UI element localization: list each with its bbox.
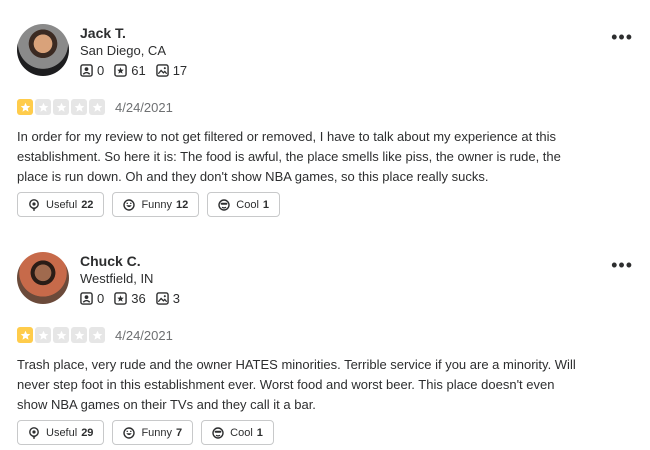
friends-stat: 0 bbox=[80, 63, 104, 78]
laugh-face-icon bbox=[123, 426, 136, 439]
photos-count: 17 bbox=[172, 63, 188, 78]
star-icon bbox=[35, 327, 51, 343]
user-avatar[interactable] bbox=[17, 252, 69, 304]
funny-count: 7 bbox=[176, 426, 183, 439]
funny-label: Funny bbox=[141, 426, 173, 439]
reviews-stat: 36 bbox=[114, 291, 146, 306]
star-icon bbox=[53, 99, 69, 115]
star-rating: 4/24/2021 bbox=[17, 99, 173, 115]
review-star-icon bbox=[114, 292, 128, 305]
cool-label: Cool bbox=[236, 198, 259, 211]
user-stats: 0 36 3 bbox=[80, 291, 190, 306]
useful-button[interactable]: Useful 29 bbox=[17, 420, 105, 445]
cool-button[interactable]: Cool 1 bbox=[201, 420, 274, 445]
star-icon bbox=[35, 99, 51, 115]
useful-label: Useful bbox=[46, 198, 78, 211]
lightbulb-icon bbox=[29, 198, 39, 211]
user-name[interactable]: Chuck C. bbox=[80, 253, 141, 269]
photo-icon bbox=[155, 292, 169, 305]
star-icon bbox=[17, 99, 33, 115]
reviews-stat: 61 bbox=[114, 63, 146, 78]
review-text: In order for my review to not get filter… bbox=[17, 129, 561, 184]
cool-label: Cool bbox=[230, 426, 253, 439]
useful-count: 29 bbox=[81, 426, 94, 439]
useful-label: Useful bbox=[46, 426, 78, 439]
reaction-buttons: Useful 29 Funny 7 Cool 1 bbox=[17, 420, 282, 445]
review-date: 4/24/2021 bbox=[115, 99, 173, 115]
friends-stat: 0 bbox=[80, 291, 104, 306]
review-date: 4/24/2021 bbox=[115, 327, 173, 343]
photo-icon bbox=[155, 64, 169, 77]
user-avatar[interactable] bbox=[17, 24, 69, 76]
star-icon bbox=[71, 99, 87, 115]
review-text: Trash place, very rude and the owner HAT… bbox=[17, 357, 576, 412]
star-icon bbox=[89, 99, 105, 115]
cool-button[interactable]: Cool 1 bbox=[207, 192, 281, 217]
photos-count: 3 bbox=[172, 291, 180, 306]
review-star-icon bbox=[114, 64, 128, 77]
user-location: San Diego, CA bbox=[80, 43, 166, 58]
cool-count: 1 bbox=[256, 426, 263, 439]
star-rating: 4/24/2021 bbox=[17, 327, 173, 343]
star-icon bbox=[53, 327, 69, 343]
friends-count: 0 bbox=[97, 291, 105, 306]
star-icon bbox=[89, 327, 105, 343]
reviews-count: 61 bbox=[131, 63, 146, 78]
funny-label: Funny bbox=[141, 198, 173, 211]
star-icon bbox=[17, 327, 33, 343]
sunglasses-face-icon bbox=[212, 426, 224, 439]
friends-icon bbox=[80, 292, 93, 305]
more-options-icon[interactable]: ••• bbox=[611, 256, 633, 274]
reaction-buttons: Useful 22 Funny 12 Cool 1 bbox=[17, 192, 288, 217]
funny-button[interactable]: Funny 7 bbox=[112, 420, 194, 445]
user-location: Westfield, IN bbox=[80, 271, 154, 286]
funny-count: 12 bbox=[176, 198, 189, 211]
cool-count: 1 bbox=[262, 198, 270, 211]
friends-icon bbox=[80, 64, 93, 77]
laugh-face-icon bbox=[123, 198, 136, 211]
user-stats: 0 61 17 bbox=[80, 63, 197, 78]
funny-button[interactable]: Funny 12 bbox=[112, 192, 200, 217]
star-icon bbox=[71, 327, 87, 343]
friends-count: 0 bbox=[97, 63, 105, 78]
lightbulb-icon bbox=[29, 426, 39, 439]
useful-count: 22 bbox=[81, 198, 94, 211]
user-name[interactable]: Jack T. bbox=[80, 25, 126, 41]
sunglasses-face-icon bbox=[218, 198, 230, 211]
reviews-count: 36 bbox=[131, 291, 146, 306]
useful-button[interactable]: Useful 22 bbox=[17, 192, 105, 217]
photos-stat: 17 bbox=[155, 63, 188, 78]
more-options-icon[interactable]: ••• bbox=[611, 28, 633, 46]
photos-stat: 3 bbox=[155, 291, 180, 306]
